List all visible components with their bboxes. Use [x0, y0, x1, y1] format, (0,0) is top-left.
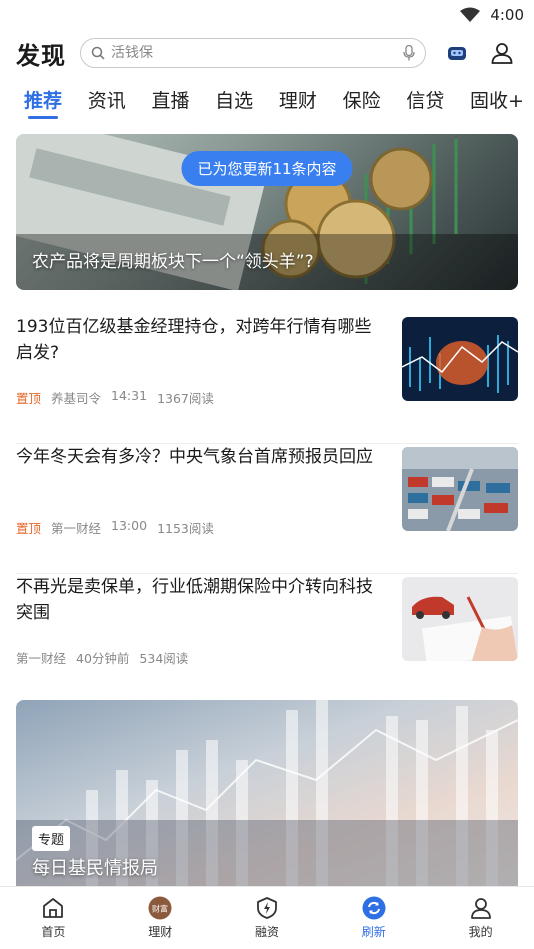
tab-live[interactable]: 直播 — [151, 86, 189, 119]
news-item[interactable]: 不再光是卖保单，行业低潮期保险中介转向科技突围 第一财经 40分钟前 534阅读 — [16, 574, 518, 704]
update-toast: 已为您更新11条内容 — [181, 151, 353, 186]
news-title: 193位百亿级基金经理持仓，对跨年行情有哪些启发? — [16, 317, 372, 363]
topic-badge: 专题 — [32, 826, 71, 851]
tab-watchlist[interactable]: 自选 — [215, 86, 253, 119]
search-input[interactable] — [111, 45, 403, 61]
nav-label: 融资 — [254, 925, 279, 939]
refresh-icon — [362, 896, 386, 920]
nav-label: 理财 — [148, 925, 173, 939]
news-thumbnail — [402, 317, 518, 401]
nav-financing[interactable]: 融资 — [214, 887, 321, 949]
wealth-icon: 财富 — [148, 896, 172, 920]
news-title: 今年冬天会有多冷？中央气象台首席预报员回应 — [16, 447, 373, 467]
tab-recommend[interactable]: 推荐 — [24, 86, 62, 119]
message-robot-icon[interactable] — [446, 42, 468, 64]
news-meta: 置顶 第一财经 13:00 1153阅读 — [16, 518, 214, 537]
news-item[interactable]: 今年冬天会有多冷？中央气象台首席预报员回应 置顶 第一财经 13:00 1153… — [16, 444, 518, 574]
microphone-icon[interactable] — [403, 45, 415, 61]
status-time: 4:00 — [490, 6, 524, 24]
tab-credit[interactable]: 信贷 — [406, 86, 444, 119]
nav-home[interactable]: 首页 — [0, 887, 107, 949]
news-item[interactable]: 193位百亿级基金经理持仓，对跨年行情有哪些启发? 置顶 养基司令 14:31 … — [16, 314, 518, 444]
search-icon — [91, 46, 105, 60]
wifi-icon — [460, 7, 481, 22]
special-topic-title: 每日基民情报局 — [32, 858, 158, 879]
news-thumbnail — [402, 577, 518, 661]
status-bar: 4:00 — [0, 0, 534, 30]
nav-label: 首页 — [41, 925, 66, 939]
tab-insurance[interactable]: 保险 — [343, 86, 381, 119]
featured-banner[interactable]: 已为您更新11条内容 农产品将是周期板块下一个“领头羊”? — [16, 134, 518, 290]
bottom-nav: 首页 财富 理财 融资 刷新 我的 — [0, 886, 534, 949]
tab-fixed-income[interactable]: 固收+ — [470, 86, 524, 119]
page-title: 发现 — [16, 41, 66, 70]
news-source: 第一财经 — [16, 651, 67, 666]
tab-wealth[interactable]: 理财 — [279, 86, 317, 119]
category-tabs: 推荐 资讯 直播 自选 理财 保险 信贷 固收+ — [0, 76, 534, 128]
news-reads: 1153阅读 — [157, 521, 214, 536]
nav-label: 刷新 — [361, 925, 386, 939]
news-time: 13:00 — [111, 518, 148, 533]
news-time: 40分钟前 — [76, 651, 130, 666]
lightning-shield-icon — [257, 897, 277, 919]
top-bar: 发现 — [0, 30, 534, 76]
pinned-badge: 置顶 — [16, 521, 42, 536]
news-source: 养基司令 — [51, 391, 102, 406]
nav-wealth[interactable]: 财富 理财 — [107, 887, 214, 949]
special-topic-card[interactable]: 专题 每日基民情报局 — [16, 700, 518, 886]
nav-label: 我的 — [468, 925, 493, 939]
svg-text:财富: 财富 — [152, 904, 168, 914]
search-bar[interactable] — [80, 38, 426, 68]
user-icon[interactable] — [490, 41, 514, 65]
nav-refresh[interactable]: 刷新 — [320, 887, 427, 949]
news-time: 14:31 — [111, 388, 148, 403]
news-reads: 1367阅读 — [157, 391, 214, 406]
profile-icon — [470, 898, 491, 919]
pinned-badge: 置顶 — [16, 391, 42, 406]
news-thumbnail — [402, 447, 518, 531]
nav-profile[interactable]: 我的 — [427, 887, 534, 949]
tab-news[interactable]: 资讯 — [88, 86, 126, 119]
news-meta: 置顶 养基司令 14:31 1367阅读 — [16, 388, 214, 407]
news-source: 第一财经 — [51, 521, 102, 536]
news-meta: 第一财经 40分钟前 534阅读 — [16, 648, 188, 667]
home-icon — [43, 898, 64, 918]
news-reads: 534阅读 — [139, 651, 189, 666]
news-title: 不再光是卖保单，行业低潮期保险中介转向科技突围 — [16, 577, 373, 623]
banner-caption: 农产品将是周期板块下一个“领头羊”? — [32, 252, 314, 272]
